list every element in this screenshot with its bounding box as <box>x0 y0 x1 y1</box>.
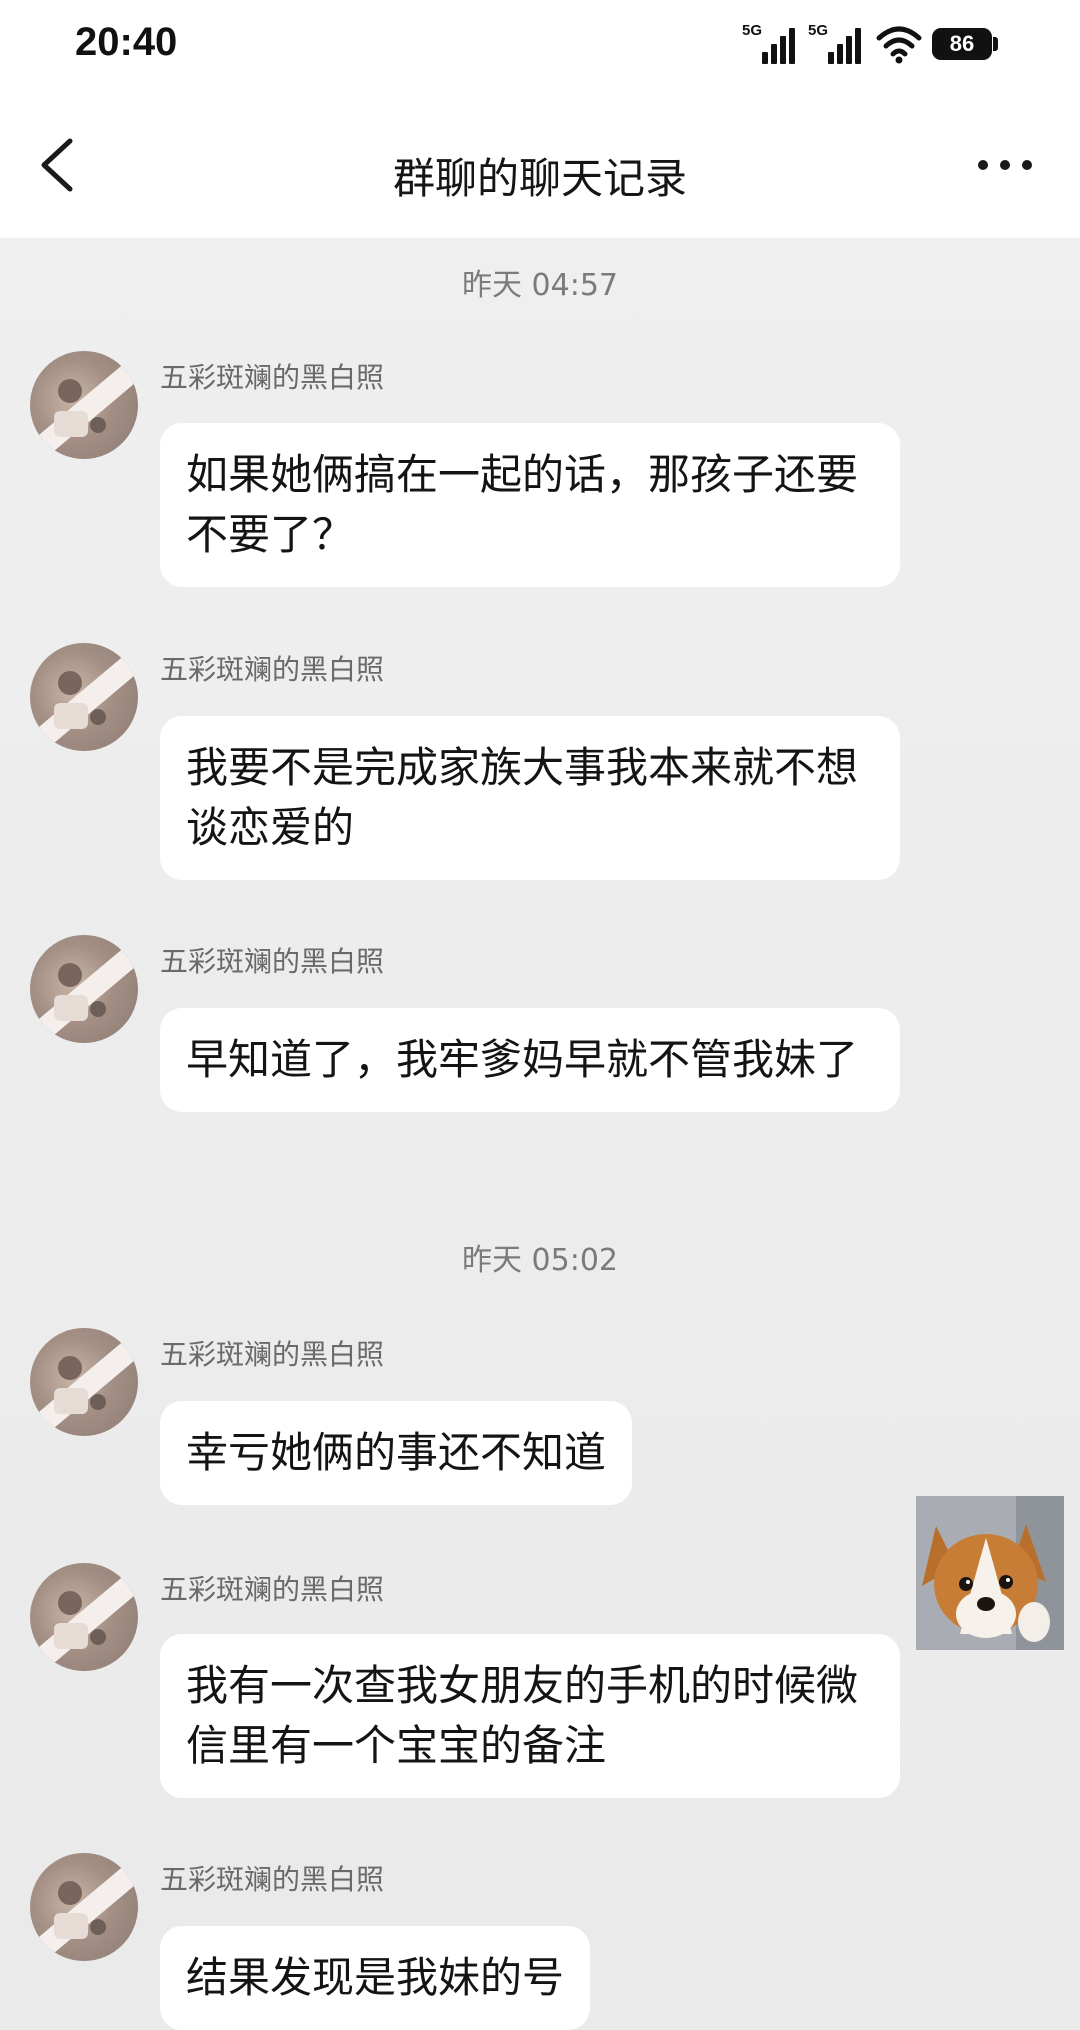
chat-history-screen: 20:40 5G 5G 86 群聊的聊天记录 昨天 04:57 五彩斑斓的黑白照… <box>0 0 1080 2030</box>
puppy-image <box>916 1496 1064 1650</box>
message-bubble[interactable]: 结果发现是我妹的号 <box>160 1926 591 2030</box>
sender-name: 五彩斑斓的黑白照 <box>160 945 385 978</box>
message-timestamp: 昨天 05:02 <box>462 1243 618 1278</box>
message-bubble[interactable]: 我要不是完成家族大事我本来就不想谈恋爱的 <box>160 716 900 880</box>
avatar[interactable] <box>30 643 138 751</box>
avatar[interactable] <box>30 1853 138 1961</box>
cellular-signal-icon: 5G <box>742 22 800 64</box>
network-type-label: 5G <box>742 22 763 39</box>
sender-name: 五彩斑斓的黑白照 <box>160 1338 385 1371</box>
sender-name: 五彩斑斓的黑白照 <box>160 1573 385 1606</box>
avatar-photo-icon <box>30 1853 138 1961</box>
avatar[interactable] <box>30 351 138 459</box>
sender-name: 五彩斑斓的黑白照 <box>160 361 385 394</box>
message-bubble[interactable]: 如果她俩搞在一起的话，那孩子还要不要了？ <box>160 423 900 587</box>
network-type-label: 5G <box>808 22 829 39</box>
message-bubble[interactable]: 幸亏她俩的事还不知道 <box>160 1401 633 1505</box>
status-time: 20:40 <box>75 20 178 64</box>
status-bar: 20:40 5G 5G 86 <box>0 0 1080 95</box>
nav-bar: 群聊的聊天记录 <box>0 95 1080 238</box>
battery-icon: 86 <box>932 28 992 60</box>
message-bubble[interactable]: 早知道了，我牢爹妈早就不管我妹了 <box>160 1008 900 1112</box>
cellular-signal-icon: 5G <box>808 22 866 64</box>
avatar-photo-icon <box>30 1328 138 1436</box>
sender-name: 五彩斑斓的黑白照 <box>160 653 385 686</box>
battery-tip <box>993 37 998 51</box>
puppy-sticker-icon[interactable] <box>916 1496 1064 1650</box>
avatar-photo-icon <box>30 1563 138 1671</box>
avatar-photo-icon <box>30 643 138 751</box>
chat-area[interactable]: 昨天 04:57 五彩斑斓的黑白照 如果她俩搞在一起的话，那孩子还要不要了？ 五… <box>0 238 1080 2030</box>
avatar[interactable] <box>30 1563 138 1671</box>
more-horizontal-icon[interactable] <box>975 150 1035 180</box>
avatar[interactable] <box>30 935 138 1043</box>
avatar[interactable] <box>30 1328 138 1436</box>
avatar-photo-icon <box>30 351 138 459</box>
page-title: 群聊的聊天记录 <box>392 154 687 203</box>
avatar-photo-icon <box>30 935 138 1043</box>
sender-name: 五彩斑斓的黑白照 <box>160 1863 385 1896</box>
message-timestamp: 昨天 04:57 <box>462 268 618 303</box>
wifi-icon <box>876 26 922 64</box>
message-bubble[interactable]: 我有一次查我女朋友的手机的时候微信里有一个宝宝的备注 <box>160 1634 900 1798</box>
